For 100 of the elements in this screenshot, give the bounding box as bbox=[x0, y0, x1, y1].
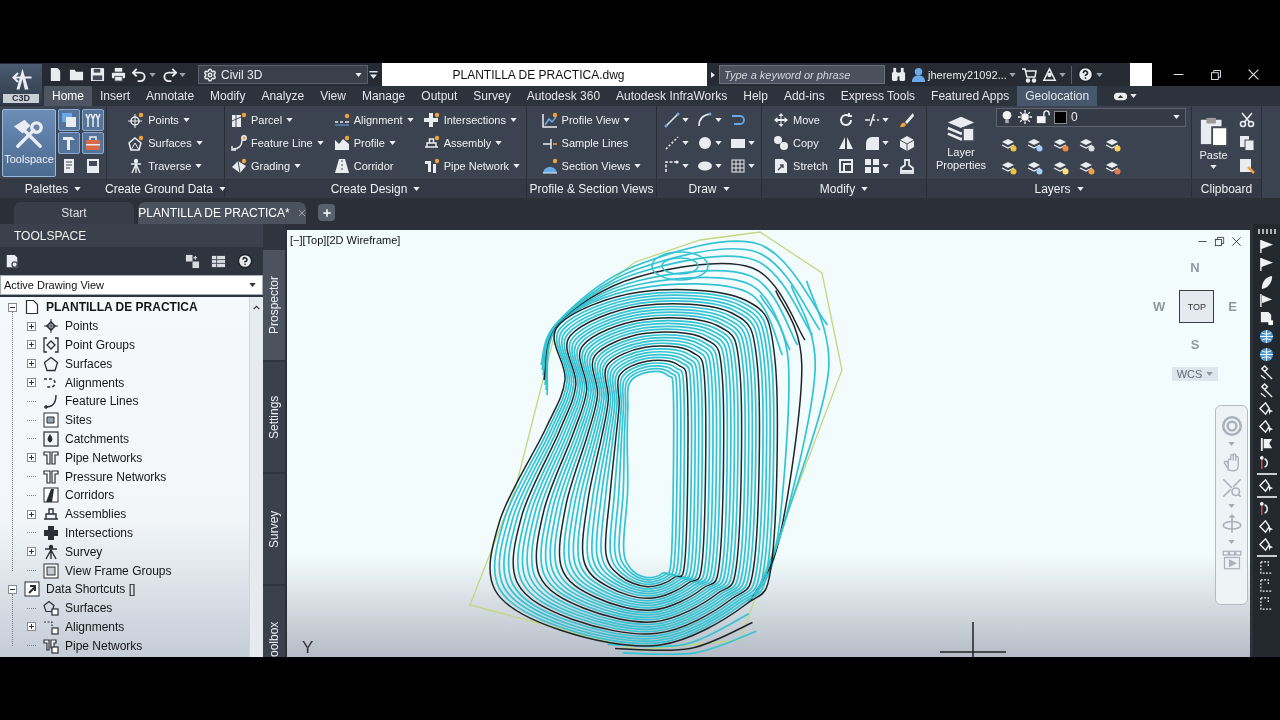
tree-toggle[interactable] bbox=[27, 547, 36, 557]
restore-icon[interactable] bbox=[1214, 236, 1225, 247]
survey-tripod-button[interactable]: Traverse bbox=[125, 154, 206, 177]
ribbon-tab[interactable]: Analyze bbox=[253, 86, 313, 106]
floppy-disk-button[interactable] bbox=[90, 67, 105, 82]
tree-item[interactable]: Data Shortcuts [] bbox=[46, 582, 136, 597]
ribbon-tab[interactable]: Modify bbox=[202, 86, 254, 106]
node-pointer-icon[interactable] bbox=[1259, 478, 1274, 493]
crossroads-button[interactable]: Intersections bbox=[420, 108, 524, 131]
move-arrows-button[interactable]: Move bbox=[770, 108, 831, 131]
layer-stack-button[interactable]: Layer Properties bbox=[932, 108, 990, 177]
slope-block-button[interactable]: Grading bbox=[227, 154, 327, 177]
two-circles-button[interactable]: Copy bbox=[770, 131, 831, 154]
layer-dropdown[interactable]: 0 bbox=[996, 107, 1186, 127]
panel-title[interactable]: Create Ground Data bbox=[107, 179, 224, 198]
shopping-cart-icon[interactable] bbox=[1020, 66, 1037, 83]
folder-button[interactable] bbox=[69, 67, 84, 82]
panel-title[interactable]: Modify bbox=[762, 179, 926, 198]
tree-item[interactable]: Pipe Networks bbox=[65, 638, 143, 653]
dashed-bracket-icon[interactable] bbox=[1259, 578, 1274, 593]
grip-dots-icon[interactable] bbox=[1257, 229, 1276, 234]
flag-icon[interactable] bbox=[1259, 293, 1274, 308]
user-menu[interactable]: jheremy21092... bbox=[911, 64, 1016, 85]
tree-item[interactable]: Catchments bbox=[65, 431, 130, 446]
node-pointer-icon[interactable] bbox=[1259, 519, 1274, 534]
tree-item[interactable]: Pipe Networks bbox=[65, 450, 143, 465]
tree-item[interactable]: Alignments bbox=[65, 619, 125, 634]
tree-toggle[interactable] bbox=[27, 340, 36, 350]
ribbon-tab[interactable]: Featured Apps bbox=[923, 86, 1018, 106]
curve-arrow-button[interactable]: Feature Line bbox=[227, 131, 327, 154]
panel-title[interactable]: Create Design bbox=[225, 179, 526, 198]
leaf-icon[interactable] bbox=[1259, 275, 1274, 290]
panel-title[interactable]: Layers bbox=[927, 179, 1191, 198]
ribbon-tab[interactable]: Insert bbox=[92, 86, 139, 106]
tree-item[interactable]: Intersections bbox=[65, 525, 134, 540]
tree-toggle[interactable] bbox=[27, 509, 36, 519]
dashed-bracket-icon[interactable] bbox=[1259, 560, 1274, 575]
tree-toggle[interactable] bbox=[27, 359, 36, 369]
side-tab[interactable]: Survey bbox=[263, 474, 285, 584]
tree-item[interactable]: Alignments bbox=[65, 375, 125, 390]
tree-item[interactable]: Surfaces bbox=[65, 601, 113, 616]
tree-item[interactable]: Pressure Networks bbox=[65, 469, 167, 484]
pennant-icon[interactable] bbox=[1259, 257, 1274, 272]
tree-item[interactable]: View Frame Groups bbox=[65, 563, 172, 578]
help-icon[interactable] bbox=[237, 253, 253, 269]
ribbon-tab[interactable]: Express Tools bbox=[832, 86, 924, 106]
tree-item[interactable]: Point Groups bbox=[65, 338, 136, 352]
dashed-alignment-button[interactable]: Alignment bbox=[330, 108, 417, 131]
viewport-label[interactable]: [−][Top][2D Wireframe] bbox=[290, 234, 401, 246]
pentagon-button[interactable]: Surfaces bbox=[125, 131, 206, 154]
ribbon-tab[interactable]: Autodesk InfraWorks bbox=[608, 86, 736, 106]
node-pointer-icon[interactable] bbox=[1259, 537, 1274, 552]
new-tab-button[interactable] bbox=[318, 204, 335, 221]
pennant-icon[interactable] bbox=[1259, 239, 1274, 254]
tree-toggle[interactable] bbox=[27, 321, 36, 331]
stretch-page-button[interactable]: Stretch bbox=[770, 154, 831, 177]
ribbon-tab[interactable]: View bbox=[312, 86, 354, 106]
binoculars-icon[interactable] bbox=[891, 67, 906, 82]
hammer-button[interactable] bbox=[58, 131, 80, 154]
ribbon-tab[interactable]: Manage bbox=[353, 86, 414, 106]
ucs-menu-button[interactable]: WCS bbox=[1171, 367, 1219, 381]
ribbon-tab[interactable]: Add-ins bbox=[775, 86, 833, 106]
help-menu-button[interactable] bbox=[1076, 64, 1103, 85]
ribbon-tab[interactable]: Geolocation bbox=[1017, 86, 1098, 106]
parcel-map-button[interactable]: Parcel bbox=[227, 108, 327, 131]
tree-item[interactable]: Sites bbox=[65, 413, 92, 428]
stacked-pages-button[interactable] bbox=[58, 108, 80, 131]
mound-button[interactable]: Section Views bbox=[538, 154, 645, 177]
assembly-button[interactable]: Assembly bbox=[420, 131, 524, 154]
square-flag-icon[interactable] bbox=[1259, 437, 1274, 452]
restore-icon[interactable] bbox=[1210, 68, 1222, 81]
wrench-and-hammer-button[interactable]: Toolspace bbox=[2, 108, 56, 177]
ribbon-tab[interactable]: Home bbox=[44, 86, 92, 106]
clipboard-button[interactable]: Paste bbox=[1195, 108, 1232, 177]
globe-icon[interactable] bbox=[1259, 347, 1274, 362]
side-tab[interactable]: oolbox bbox=[263, 586, 285, 657]
tree-item[interactable]: Survey bbox=[65, 544, 103, 559]
swap-pages-icon[interactable] bbox=[185, 253, 200, 269]
page-button[interactable] bbox=[48, 67, 63, 82]
branching-lines-button[interactable] bbox=[82, 108, 104, 131]
ribbon-tab[interactable]: Help bbox=[735, 86, 776, 106]
tree-toggle[interactable] bbox=[8, 302, 17, 312]
side-tab[interactable]: Prospector bbox=[263, 250, 285, 360]
printer-button[interactable] bbox=[111, 67, 126, 82]
corridor-road-button[interactable]: Corridor bbox=[330, 154, 417, 177]
redo-arrow-button[interactable] bbox=[162, 67, 186, 82]
dashed-bracket-icon[interactable] bbox=[1259, 596, 1274, 611]
node-pointer-icon[interactable] bbox=[1259, 419, 1274, 434]
ribbon-tab[interactable]: Survey bbox=[465, 86, 519, 106]
tree-item[interactable]: Points bbox=[65, 319, 99, 334]
document-tab[interactable]: PLANTILLA DE PRACTICA* bbox=[138, 202, 306, 224]
table-grid-icon[interactable] bbox=[211, 253, 226, 269]
tree-item[interactable]: PLANTILLA DE PRACTICA bbox=[46, 300, 198, 315]
tree-item[interactable]: Feature Lines bbox=[65, 394, 139, 409]
application-menu-button[interactable]: C3D bbox=[0, 64, 42, 105]
tree-item[interactable]: Corridors bbox=[65, 488, 115, 503]
toolbox-button[interactable] bbox=[82, 131, 104, 154]
workspace-dropdown[interactable]: Civil 3D bbox=[198, 65, 368, 84]
tree-toggle[interactable] bbox=[27, 622, 36, 632]
diamond-chain-icon[interactable] bbox=[1259, 365, 1274, 380]
